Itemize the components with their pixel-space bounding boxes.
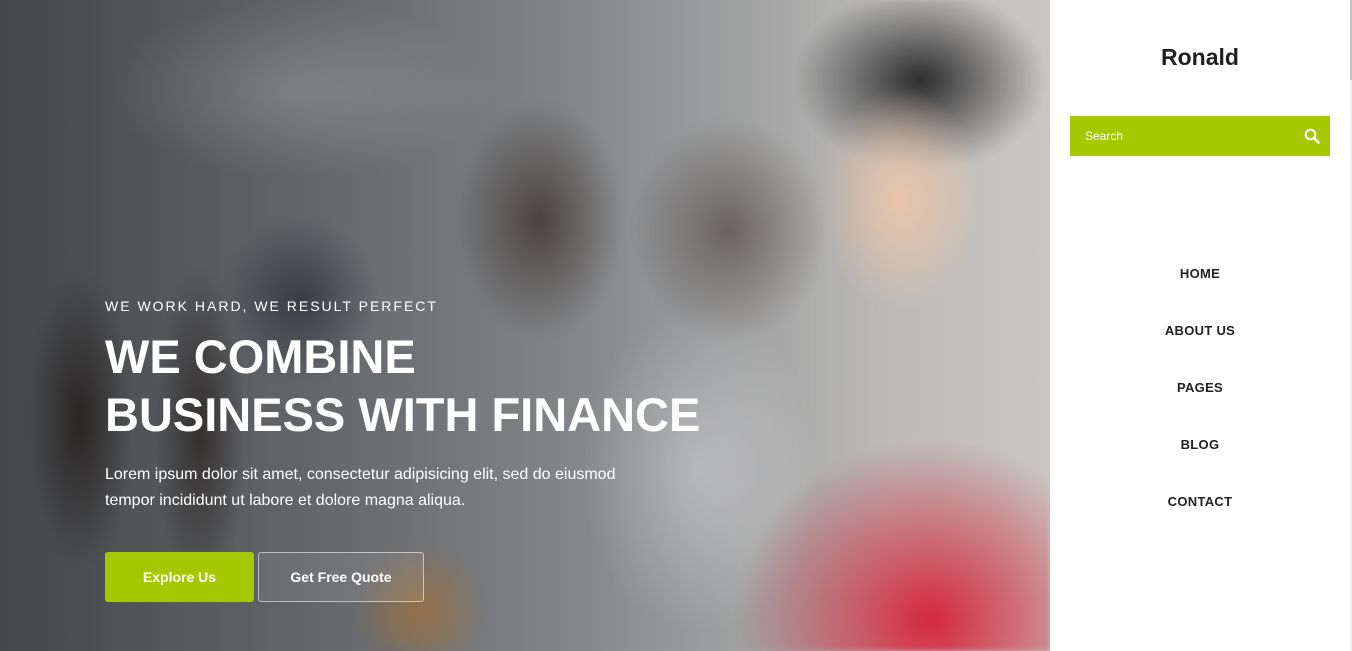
search-input[interactable] [1070,116,1294,156]
search-bar [1070,116,1330,156]
nav-item-home[interactable]: HOME [1050,266,1350,323]
brand-logo[interactable]: Ronald [1050,44,1350,71]
hero-tagline: WE WORK HARD, WE RESULT PERFECT [105,298,438,314]
search-icon [1304,128,1320,144]
hero-description: Lorem ipsum dolor sit amet, consectetur … [105,462,665,514]
hero-headline: WE COMBINE BUSINESS WITH FINANCE [105,328,745,444]
hero-section: WE WORK HARD, WE RESULT PERFECT WE COMBI… [0,0,1050,651]
nav-item-pages[interactable]: PAGES [1050,380,1350,437]
hero-description-line-2: tempor incididunt ut labore et dolore ma… [105,492,466,509]
explore-us-button[interactable]: Explore Us [105,552,254,602]
nav-item-about-us[interactable]: ABOUT US [1050,323,1350,380]
main-nav: HOME ABOUT US PAGES BLOG CONTACT [1050,266,1350,551]
hero-description-line-1: Lorem ipsum dolor sit amet, consectetur … [105,466,616,483]
hero-content: WE WORK HARD, WE RESULT PERFECT WE COMBI… [105,298,745,514]
nav-item-blog[interactable]: BLOG [1050,437,1350,494]
hero-headline-line-1: WE COMBINE [105,330,416,383]
get-free-quote-button[interactable]: Get Free Quote [258,552,424,602]
hero-buttons: Explore Us Get Free Quote [105,552,424,602]
search-button[interactable] [1294,116,1330,156]
hero-headline-line-2: BUSINESS WITH FINANCE [105,388,701,441]
nav-item-contact[interactable]: CONTACT [1050,494,1350,551]
sidebar: Ronald HOME ABOUT US PAGES BLOG CONTACT [1050,0,1350,651]
